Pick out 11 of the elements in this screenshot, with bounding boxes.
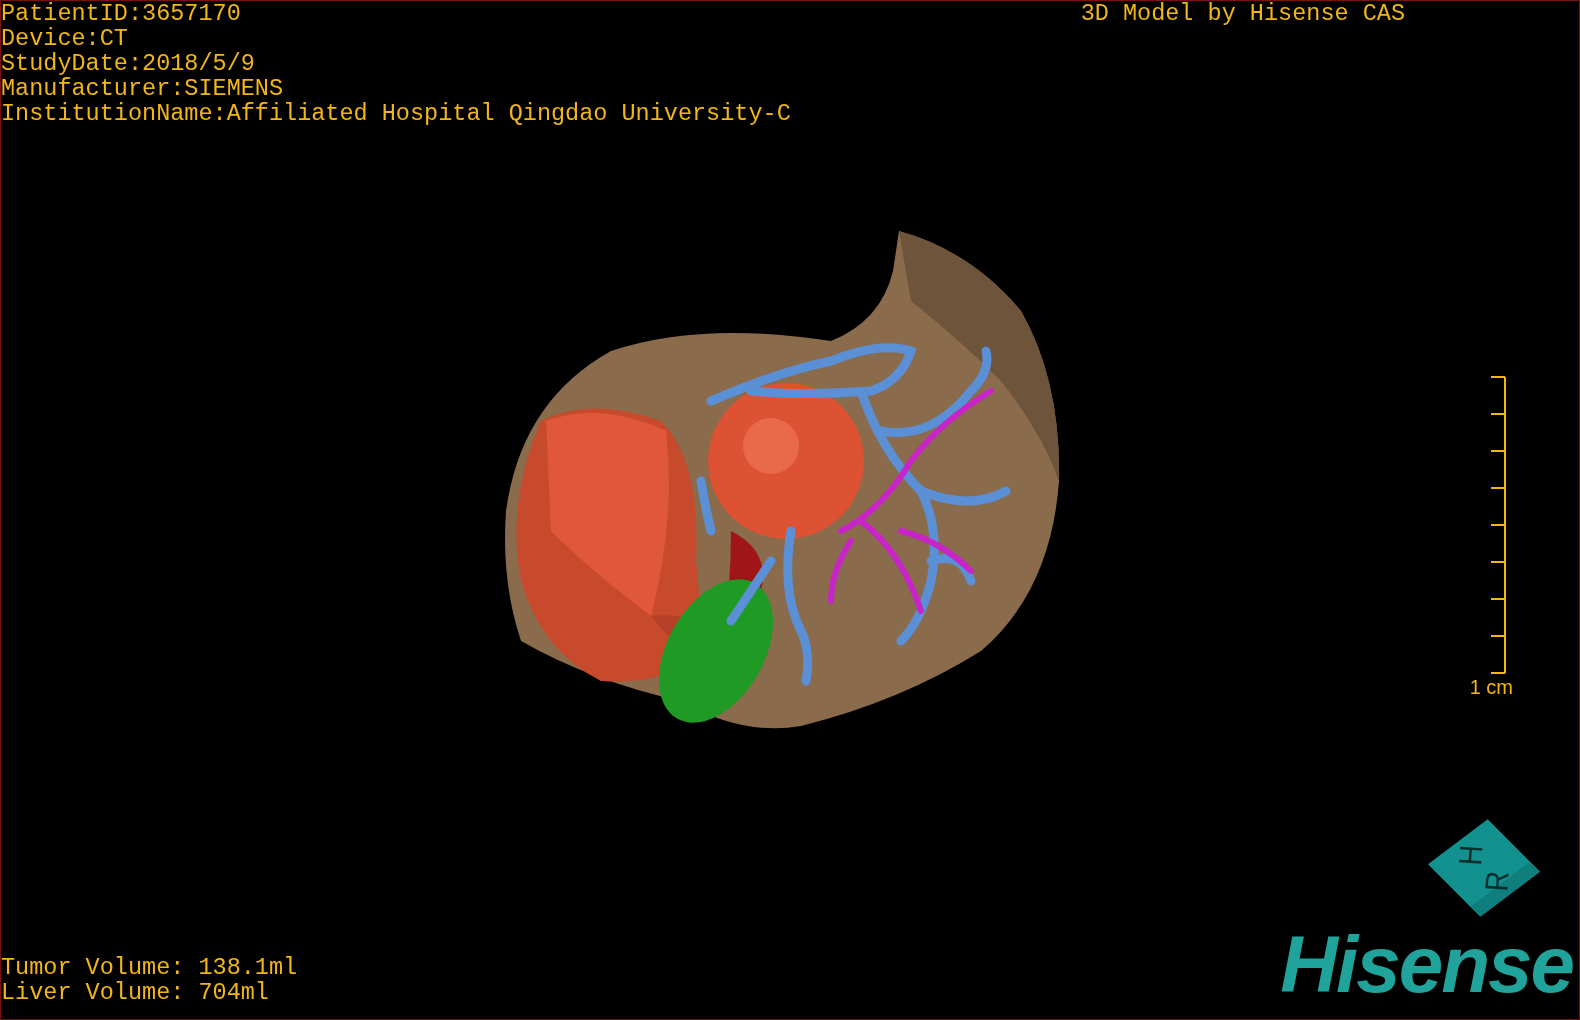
volume-text: Tumor Volume: 138.1ml	[1, 955, 298, 980]
model-caption: 3D Model by Hisense CAS	[1080, 1, 1405, 26]
study-info-text: StudyDate:2018/5/9	[1, 51, 256, 76]
study-info-text: Manufacturer:SIEMENS	[1, 76, 285, 101]
volume-text: Liver Volume: 704ml	[1, 980, 270, 1005]
study-info-text: Device:CT	[1, 26, 129, 51]
scale-label: 1 cm	[1469, 676, 1513, 699]
orientation-cube[interactable]: H R	[1428, 819, 1540, 917]
brand-logo: Hisense	[1280, 925, 1574, 1005]
study-info-text: InstitutionName:Affiliated Hospital Qingdao University-C	[1, 101, 791, 126]
study-info-text: PatientID:3657170	[1, 1, 242, 26]
